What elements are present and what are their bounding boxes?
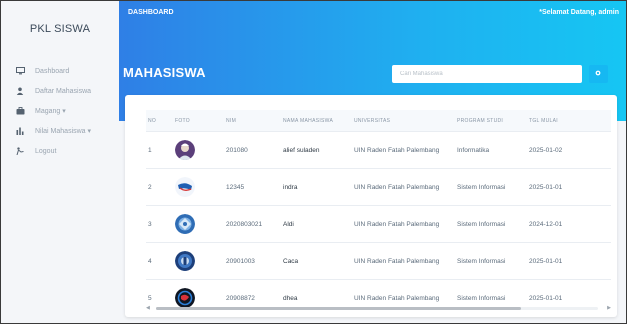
search-icon (595, 70, 602, 79)
sidebar-nav: Dashboard Daftar Mahasiswa Magang ▾ Nila… (15, 61, 91, 161)
main-content: DASHBOARD *Selamat Datang, admin MAHASIS… (119, 1, 626, 323)
scroll-right-icon[interactable]: ▶ (607, 305, 611, 311)
page-title: MAHASISWA (123, 65, 206, 80)
cell-nama: indra (283, 183, 298, 191)
cell-no: 3 (148, 220, 152, 228)
cell-tgl-mulai: 2025-01-02 (529, 146, 563, 154)
search-button[interactable] (589, 65, 608, 83)
header-tgl-mulai[interactable]: TGL MULAI (529, 118, 611, 124)
horizontal-scrollbar[interactable]: ◀ ▶ (146, 305, 611, 312)
avatar (175, 251, 195, 271)
table-row[interactable]: 2 12345 indra UIN Raden Fatah Palembang … (146, 168, 611, 205)
sidebar-item-label: Magang ▾ (35, 108, 66, 115)
student-photo[interactable] (175, 140, 226, 160)
cell-no: 2 (148, 183, 152, 191)
cell-universitas: UIN Raden Fatah Palembang (354, 146, 440, 154)
sidebar-item-magang[interactable]: Magang ▾ (15, 101, 91, 121)
cell-prodi: Sistem Informasi (457, 220, 506, 228)
student-photo[interactable] (175, 251, 226, 271)
sidebar-item-label: Daftar Mahasiswa (35, 87, 92, 95)
student-photo[interactable] (175, 214, 226, 234)
cell-nim: 20908872 (226, 294, 255, 302)
students-card: NO FOTO NIM NAMA MAHASISWA UNIVERSITAS P… (125, 95, 617, 317)
table-row[interactable]: 1 201080 alief suladen UIN Raden Fatah P… (146, 131, 611, 168)
bar-chart-icon (15, 126, 25, 136)
cell-nama: alief suladen (283, 146, 320, 154)
search-input[interactable] (392, 65, 582, 83)
greeting-prefix: *Selamat Datang, (539, 9, 599, 16)
cell-nama: Caca (283, 257, 299, 265)
sidebar-item-label: Nilai Mahasiswa ▾ (35, 128, 92, 135)
header-foto[interactable]: FOTO (175, 118, 226, 124)
cell-nama: dhea (283, 294, 298, 302)
students-table: NO FOTO NIM NAMA MAHASISWA UNIVERSITAS P… (146, 110, 611, 316)
sidebar-item-logout[interactable]: Logout (15, 141, 91, 161)
cell-nim: 12345 (226, 183, 245, 191)
sidebar: PKL SISWA Dashboard Daftar Mahasiswa Mag… (1, 1, 119, 323)
avatar (175, 140, 195, 160)
cell-prodi: Sistem Informasi (457, 183, 506, 191)
cell-nama: Aldi (283, 220, 294, 228)
cell-no: 4 (148, 257, 152, 265)
header-nim[interactable]: NIM (226, 118, 283, 124)
header-nama[interactable]: NAMA MAHASISWA (283, 118, 354, 124)
header-prodi[interactable]: PROGRAM STUDI (457, 118, 529, 124)
cell-prodi: Sistem Informasi (457, 294, 506, 302)
cell-universitas: UIN Raden Fatah Palembang (354, 220, 440, 228)
monitor-icon (15, 66, 25, 76)
cell-tgl-mulai: 2025-01-01 (529, 294, 563, 302)
greeting-text: *Selamat Datang, admin (539, 9, 619, 16)
cell-nim: 20901003 (226, 257, 255, 265)
cell-nim: 201080 (226, 146, 248, 154)
scroll-left-icon[interactable]: ◀ (146, 305, 150, 311)
cell-tgl-mulai: 2025-01-01 (529, 183, 563, 191)
sidebar-item-label: Dashboard (35, 67, 70, 75)
header-universitas[interactable]: UNIVERSITAS (354, 118, 457, 124)
sidebar-item-daftar-mahasiswa[interactable]: Daftar Mahasiswa (15, 81, 91, 101)
cell-no: 5 (148, 294, 152, 302)
scroll-thumb[interactable] (156, 307, 521, 310)
cell-universitas: UIN Raden Fatah Palembang (354, 257, 440, 265)
avatar (175, 214, 195, 234)
logout-icon (15, 146, 25, 156)
cell-universitas: UIN Raden Fatah Palembang (354, 183, 440, 191)
table-row[interactable]: 4 20901003 Caca UIN Raden Fatah Palemban… (146, 242, 611, 279)
sidebar-item-label: Logout (35, 147, 57, 155)
topbar-title: DASHBOARD (128, 9, 174, 16)
sidebar-item-nilai-mahasiswa[interactable]: Nilai Mahasiswa ▾ (15, 121, 91, 141)
cell-no: 1 (148, 146, 152, 154)
user-icon (15, 86, 25, 96)
header-no[interactable]: NO (146, 118, 175, 124)
table-header: NO FOTO NIM NAMA MAHASISWA UNIVERSITAS P… (146, 110, 611, 131)
student-photo[interactable] (175, 177, 226, 197)
avatar (175, 177, 195, 197)
cell-nim: 2020803021 (226, 220, 263, 228)
cell-prodi: Informatika (457, 146, 490, 154)
cell-tgl-mulai: 2024-12-01 (529, 220, 563, 228)
cell-prodi: Sistem Informasi (457, 257, 506, 265)
briefcase-icon (15, 106, 25, 116)
app-window: PKL SISWA Dashboard Daftar Mahasiswa Mag… (0, 0, 627, 324)
brand-title: PKL SISWA (29, 23, 91, 35)
cell-tgl-mulai: 2025-01-01 (529, 257, 563, 265)
sidebar-item-dashboard[interactable]: Dashboard (15, 61, 91, 81)
table-row[interactable]: 3 2020803021 Aldi UIN Raden Fatah Palemb… (146, 205, 611, 242)
cell-universitas: UIN Raden Fatah Palembang (354, 294, 440, 302)
greeting-user: admin (598, 9, 619, 16)
